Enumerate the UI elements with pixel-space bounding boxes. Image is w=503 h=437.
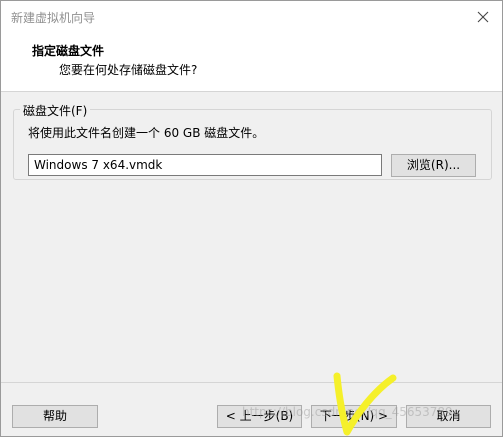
- title-bar: 新建虚拟机向导: [1, 1, 502, 32]
- back-button[interactable]: < 上一步(B): [217, 405, 302, 428]
- page-subtitle: 您要在何处存储磁盘文件?: [59, 63, 198, 77]
- footer-divider: [1, 382, 502, 383]
- next-button[interactable]: 下一步(N) >: [311, 405, 397, 428]
- cancel-button[interactable]: 取消: [406, 405, 491, 428]
- disk-file-description: 将使用此文件名创建一个 60 GB 磁盘文件。: [28, 126, 265, 140]
- close-icon[interactable]: [474, 8, 492, 26]
- disk-file-name-input[interactable]: [28, 154, 382, 176]
- disk-file-group-label: 磁盘文件(F): [20, 102, 91, 119]
- help-button[interactable]: 帮助: [12, 405, 98, 428]
- browse-button[interactable]: 浏览(R)...: [391, 154, 476, 177]
- wizard-content: 磁盘文件(F) 将使用此文件名创建一个 60 GB 磁盘文件。 浏览(R)...: [1, 92, 502, 382]
- wizard-window: 新建虚拟机向导 指定磁盘文件 您要在何处存储磁盘文件? 磁盘文件(F) 将使用此…: [0, 0, 503, 437]
- window-title: 新建虚拟机向导: [11, 11, 96, 25]
- wizard-header: 指定磁盘文件 您要在何处存储磁盘文件?: [1, 32, 502, 92]
- page-title: 指定磁盘文件: [32, 44, 105, 58]
